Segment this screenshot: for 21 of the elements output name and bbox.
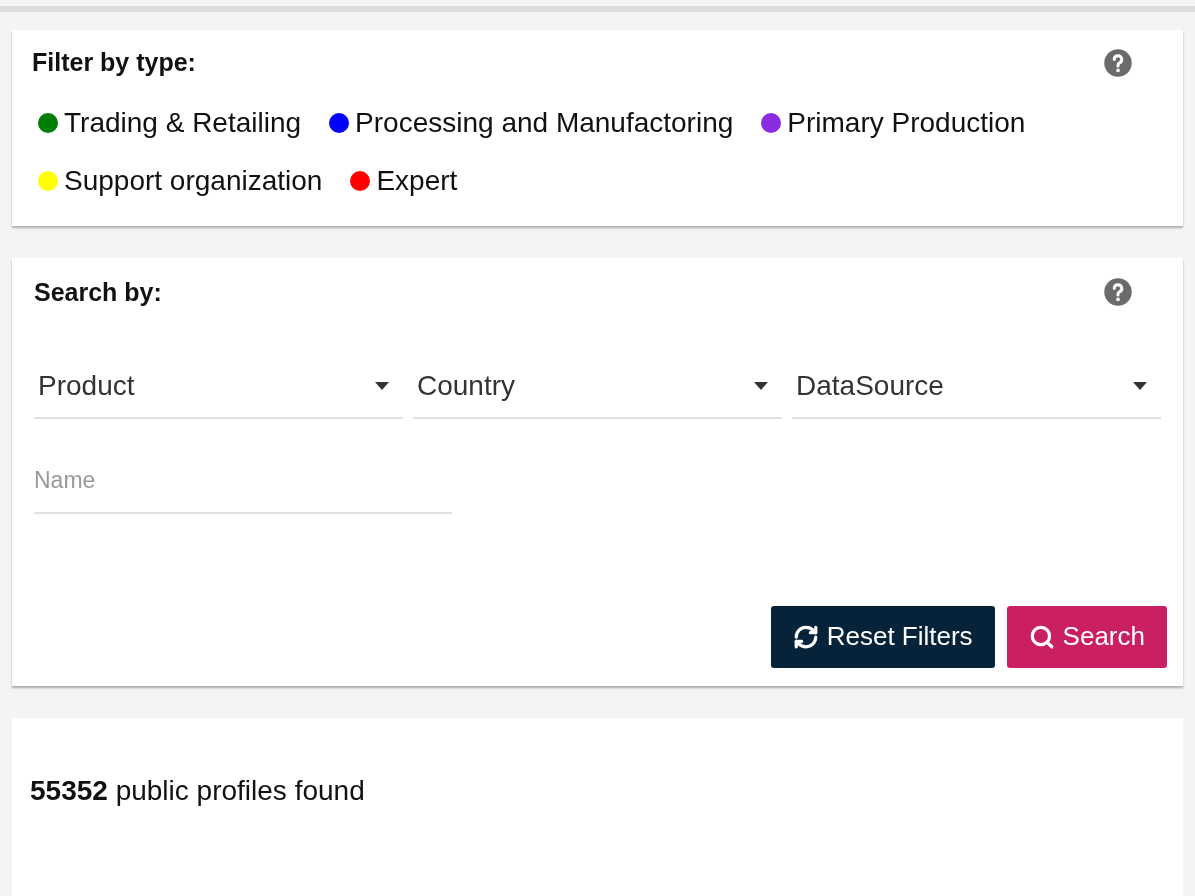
results-count: 55352 public profiles found [30,774,365,806]
caret-icon [754,382,768,390]
type-label[interactable]: Processing and Manufactoring [355,105,734,140]
help-icon[interactable] [1103,277,1133,308]
help-icon[interactable] [1103,47,1133,78]
type-label[interactable]: Trading & Retailing [64,105,302,140]
reset-filters-button[interactable]: Reset Filters [770,605,995,668]
dropdown[interactable]: Country [413,365,782,419]
dropdown[interactable]: Product [34,365,403,419]
type-label[interactable]: Primary Production [787,105,1026,140]
search-button[interactable]: Search [1006,605,1167,668]
panel-title: Filter by type: [32,47,196,78]
refresh-icon [792,623,819,650]
search-icon [1028,623,1055,650]
type-label[interactable]: Expert [376,163,458,198]
dropdown[interactable]: DataSource [792,365,1161,419]
type-label[interactable]: Support organization [64,163,323,198]
caret-icon [1133,382,1147,390]
caret-icon [375,382,389,390]
panel-title: Search by: [34,276,162,308]
name-field[interactable]: Name [34,463,452,514]
